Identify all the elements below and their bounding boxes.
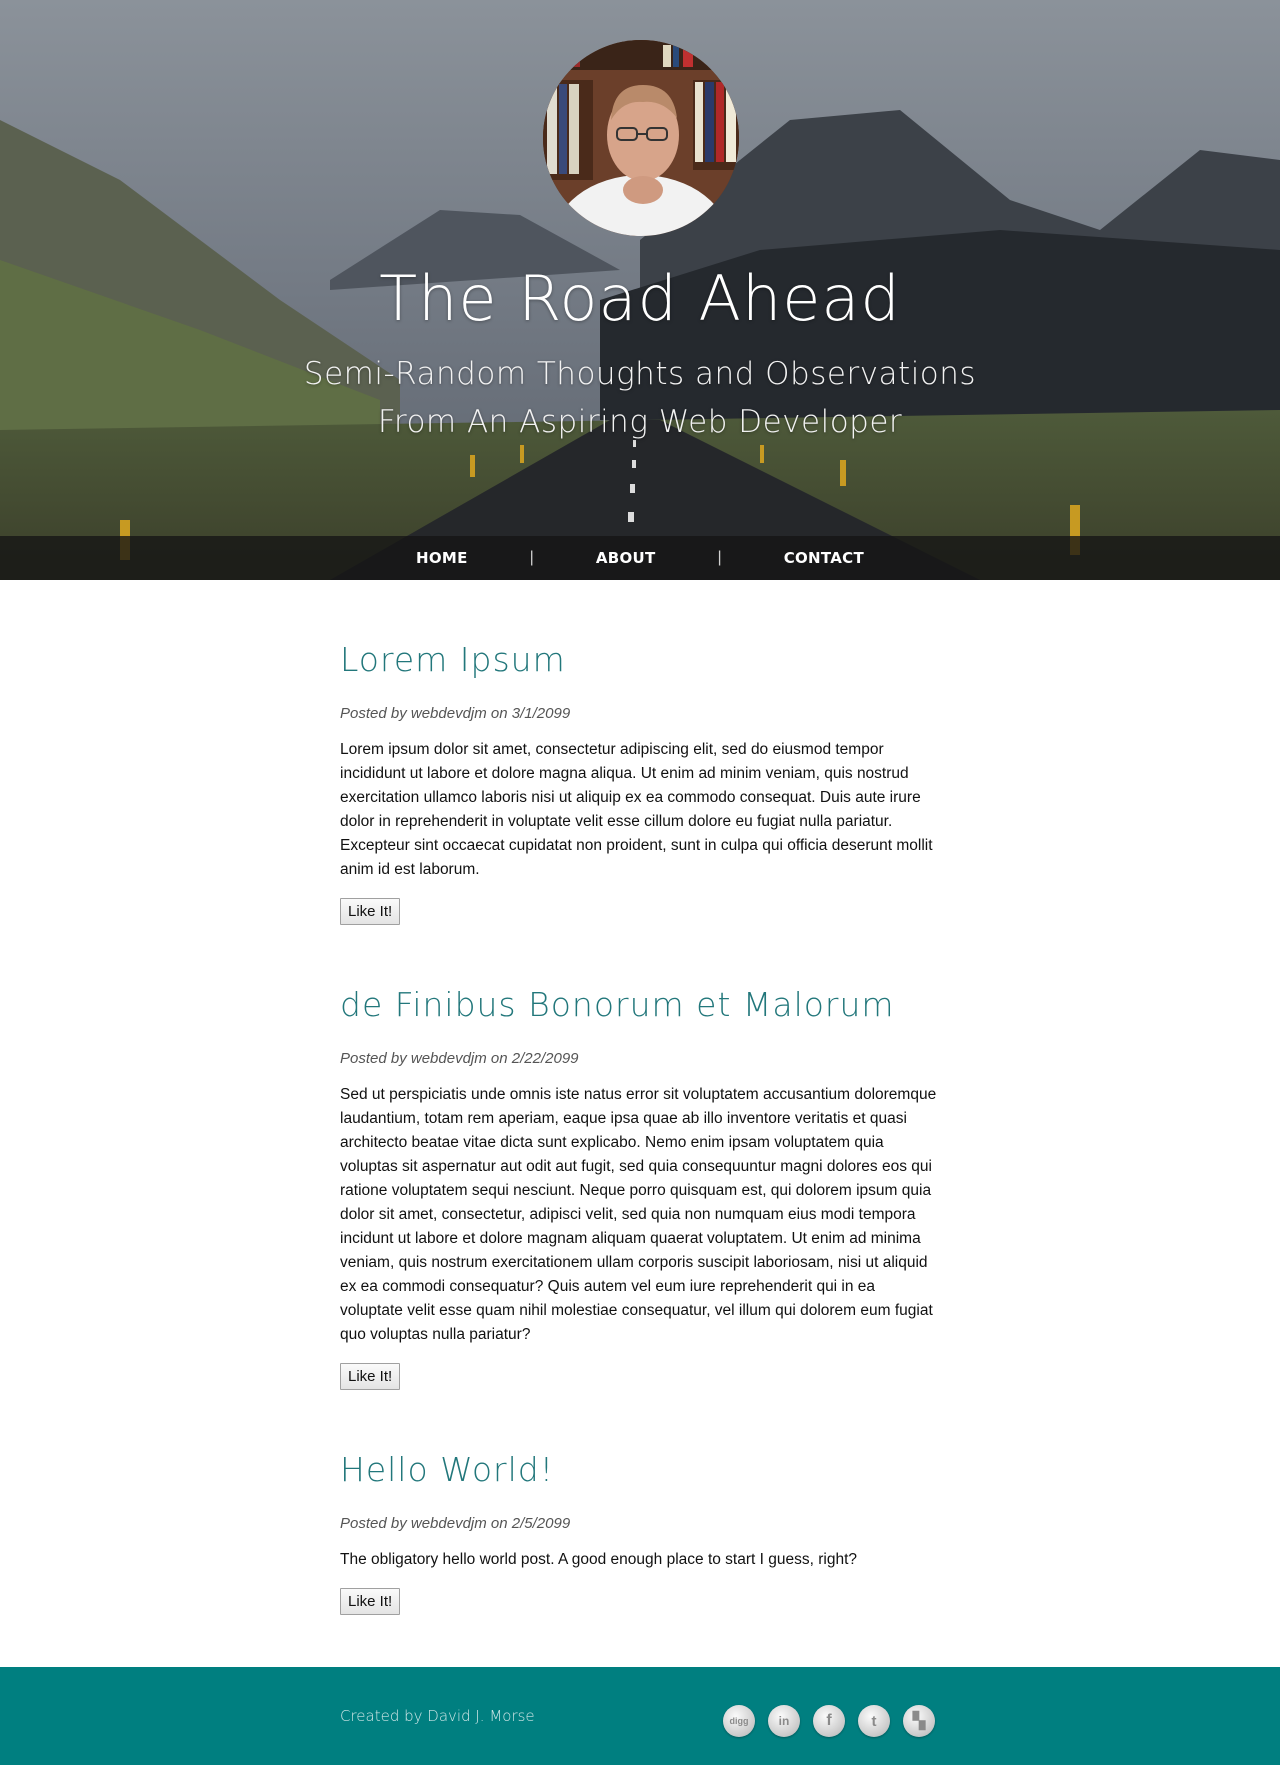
post-body: The obligatory hello world post. A good … bbox=[340, 1551, 857, 1568]
nav-separator: | bbox=[717, 549, 722, 566]
author-avatar bbox=[543, 40, 739, 236]
author-portrait-icon bbox=[543, 40, 739, 236]
post-title[interactable]: de Finibus Bonorum et Malorum bbox=[340, 985, 940, 1024]
facebook-icon[interactable]: f bbox=[813, 1705, 845, 1737]
site-subtitle-line-1: Semi-Random Thoughts and Observations bbox=[303, 356, 977, 392]
digg-glyph: digg bbox=[729, 1716, 749, 1726]
nav-contact-link[interactable]: CONTACT bbox=[784, 549, 864, 567]
post-title[interactable]: Lorem Ipsum bbox=[340, 640, 940, 679]
nav-separator: | bbox=[529, 549, 534, 566]
post-body: Sed ut perspiciatis unde omnis iste natu… bbox=[340, 1086, 937, 1343]
post-meta: Posted by webdevdjm on 2/5/2099 bbox=[340, 1515, 571, 1532]
post-list: Lorem Ipsum Posted by webdevdjm on 3/1/2… bbox=[340, 580, 940, 1615]
like-button[interactable]: Like It! bbox=[340, 1588, 401, 1615]
social-links: digg in f t ▚ bbox=[723, 1705, 935, 1737]
blog-post: de Finibus Bonorum et Malorum Posted by … bbox=[340, 925, 940, 1390]
site-subtitle: Semi-Random Thoughts and Observations Fr… bbox=[0, 350, 1280, 446]
site-footer: Created by David J. Morse digg in f t ▚ bbox=[0, 1667, 1280, 1765]
facebook-glyph: f bbox=[826, 1712, 832, 1729]
like-button[interactable]: Like It! bbox=[340, 898, 401, 925]
twitter-glyph: t bbox=[871, 1712, 877, 1730]
nav-about-link[interactable]: ABOUT bbox=[596, 549, 656, 567]
post-title[interactable]: Hello World! bbox=[340, 1450, 940, 1489]
delicious-icon[interactable]: ▚ bbox=[903, 1705, 935, 1737]
site-title: The Road Ahead bbox=[379, 262, 901, 335]
nav-home-link[interactable]: HOME bbox=[416, 549, 468, 567]
blog-post: Lorem Ipsum Posted by webdevdjm on 3/1/2… bbox=[340, 580, 940, 925]
post-meta: Posted by webdevdjm on 3/1/2099 bbox=[340, 705, 571, 722]
main-nav: HOME | ABOUT | CONTACT bbox=[0, 536, 1280, 580]
footer-credit: Created by David J. Morse bbox=[340, 1707, 535, 1725]
hero-header: The Road Ahead Semi-Random Thoughts and … bbox=[0, 0, 1280, 580]
delicious-glyph: ▚ bbox=[912, 1713, 926, 1730]
post-body: Lorem ipsum dolor sit amet, consectetur … bbox=[340, 741, 933, 878]
digg-icon[interactable]: digg bbox=[723, 1705, 755, 1737]
like-button[interactable]: Like It! bbox=[340, 1363, 401, 1390]
linkedin-icon[interactable]: in bbox=[768, 1705, 800, 1737]
linkedin-glyph: in bbox=[778, 1714, 790, 1728]
site-subtitle-line-2: From An Aspiring Web Developer bbox=[377, 404, 903, 440]
twitter-icon[interactable]: t bbox=[858, 1705, 890, 1737]
blog-post: Hello World! Posted by webdevdjm on 2/5/… bbox=[340, 1390, 940, 1615]
post-meta: Posted by webdevdjm on 2/22/2099 bbox=[340, 1050, 579, 1067]
